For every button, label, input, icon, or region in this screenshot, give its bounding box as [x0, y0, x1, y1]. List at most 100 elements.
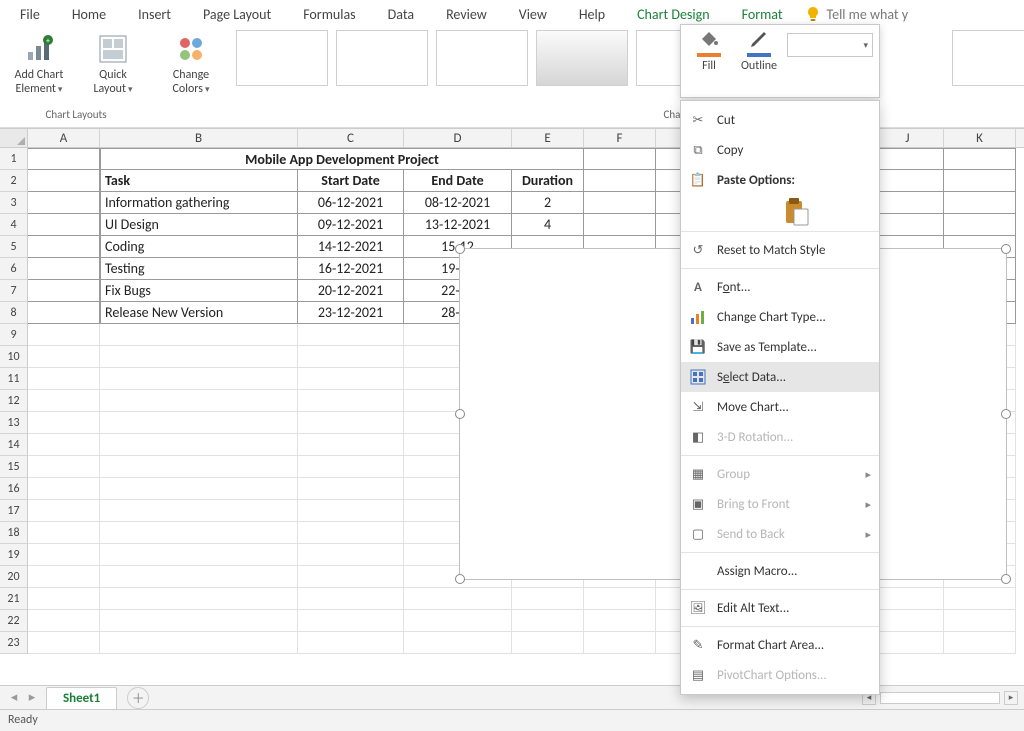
row-17[interactable]: 17 — [0, 500, 28, 522]
menu-data[interactable]: Data — [372, 2, 430, 27]
lightbulb-icon — [805, 6, 821, 22]
row-22[interactable]: 22 — [0, 610, 28, 632]
chart-style-4[interactable] — [536, 30, 628, 86]
menu-format[interactable]: Format — [726, 2, 799, 27]
ctx-send-back: ▢Send to Back▸ — [681, 519, 879, 549]
sheet-tab-sheet1[interactable]: Sheet1 — [46, 687, 117, 709]
menu-page-layout[interactable]: Page Layout — [187, 2, 287, 27]
hscroll-track[interactable] — [880, 692, 1000, 704]
row-4[interactable]: 4 — [0, 214, 28, 236]
chevron-right-icon: ▸ — [865, 498, 871, 511]
quick-layout-button[interactable]: Quick Layout▾ — [80, 30, 146, 98]
hscroll-right[interactable]: ▸ — [1004, 691, 1018, 705]
row-16[interactable]: 16 — [0, 478, 28, 500]
col-F[interactable]: F — [584, 129, 656, 147]
select-all-corner[interactable] — [0, 129, 28, 147]
ctx-copy[interactable]: ⧉Copy — [681, 135, 879, 165]
chevron-right-icon: ▸ — [865, 468, 871, 481]
row-3[interactable]: 3 — [0, 192, 28, 214]
ribbon-group-label-chart-layouts: Chart Layouts — [45, 108, 106, 121]
ctx-select-data[interactable]: Select Data... — [681, 362, 879, 392]
ctx-format-chart-area[interactable]: ✎Format Chart Area... — [681, 630, 879, 660]
col-C[interactable]: C — [298, 129, 404, 147]
hdr-start[interactable]: Start Date — [298, 170, 404, 192]
ctx-edit-alt-text[interactable]: 🖼Edit Alt Text... — [681, 593, 879, 623]
ctx-change-chart-type[interactable]: Change Chart Type... — [681, 302, 879, 332]
hdr-end[interactable]: End Date — [404, 170, 512, 192]
row-11[interactable]: 11 — [0, 368, 28, 390]
shape-style-dropdown[interactable]: ▾ — [787, 33, 873, 57]
menu-file[interactable]: File — [4, 2, 56, 27]
change-colors-button[interactable]: Change Colors▾ — [158, 30, 224, 98]
ctx-paste-option-item[interactable] — [681, 197, 879, 227]
col-A[interactable]: A — [28, 129, 100, 147]
add-sheet-button[interactable]: ＋ — [127, 687, 149, 709]
tell-me-search[interactable]: Tell me what y — [805, 6, 909, 23]
chart-style-6[interactable] — [952, 30, 1024, 86]
col-B[interactable]: B — [100, 129, 298, 147]
menu-help[interactable]: Help — [563, 2, 621, 27]
menu-home[interactable]: Home — [56, 2, 122, 27]
menu-insert[interactable]: Insert — [122, 2, 187, 27]
row-13[interactable]: 13 — [0, 412, 28, 434]
alt-text-icon: 🖼 — [689, 599, 707, 617]
col-K[interactable]: K — [944, 129, 1016, 147]
ctx-reset-style[interactable]: ↺Reset to Match Style — [681, 235, 879, 265]
row-20[interactable]: 20 — [0, 566, 28, 588]
cell[interactable] — [28, 148, 100, 170]
add-chart-element-label: Add Chart Element▾ — [8, 68, 70, 96]
resize-handle[interactable] — [455, 574, 465, 584]
resize-handle[interactable] — [455, 409, 465, 419]
menu-view[interactable]: View — [503, 2, 563, 27]
sheet-nav-first[interactable]: ◂ — [6, 690, 22, 705]
chart-style-3[interactable] — [436, 30, 528, 86]
change-colors-icon — [174, 32, 208, 66]
sheet-nav-prev[interactable]: ▸ — [24, 690, 40, 705]
ctx-move-chart[interactable]: ⇲Move Chart... — [681, 392, 879, 422]
menu-chart-design[interactable]: Chart Design — [621, 2, 725, 27]
col-J[interactable]: J — [872, 129, 944, 147]
ctx-font[interactable]: AFont... — [681, 272, 879, 302]
scissors-icon: ✂ — [689, 111, 707, 129]
hdr-dur[interactable]: Duration — [512, 170, 584, 192]
row-6[interactable]: 6 — [0, 258, 28, 280]
status-bar: Ready — [0, 709, 1024, 731]
col-D[interactable]: D — [404, 129, 512, 147]
ctx-pivotchart-options: ▤PivotChart Options... — [681, 660, 879, 690]
ctx-cut[interactable]: ✂Cut — [681, 105, 879, 135]
shape-fill-button[interactable]: Fill — [687, 29, 731, 93]
row-15[interactable]: 15 — [0, 456, 28, 478]
row-18[interactable]: 18 — [0, 522, 28, 544]
resize-handle[interactable] — [455, 244, 465, 254]
row-9[interactable]: 9 — [0, 324, 28, 346]
col-E[interactable]: E — [512, 129, 584, 147]
clipboard-icon: 📋 — [689, 171, 707, 189]
shape-outline-button[interactable]: Outline — [737, 29, 781, 93]
row-10[interactable]: 10 — [0, 346, 28, 368]
resize-handle[interactable] — [1001, 574, 1011, 584]
row-12[interactable]: 12 — [0, 390, 28, 412]
row-1[interactable]: 1 — [0, 148, 28, 170]
quick-layout-label: Quick Layout▾ — [82, 68, 144, 96]
chart-style-2[interactable] — [336, 30, 428, 86]
chart-style-1[interactable] — [236, 30, 328, 86]
menu-review[interactable]: Review — [430, 2, 503, 27]
row-19[interactable]: 19 — [0, 544, 28, 566]
resize-handle[interactable] — [1001, 244, 1011, 254]
row-2[interactable]: 2 — [0, 170, 28, 192]
cell-title[interactable]: Mobile App Development Project — [100, 148, 584, 170]
cell[interactable]: Information gathering — [100, 192, 298, 214]
hdr-task[interactable]: Task — [100, 170, 298, 192]
row-23[interactable]: 23 — [0, 632, 28, 654]
row-21[interactable]: 21 — [0, 588, 28, 610]
ctx-save-template[interactable]: 💾Save as Template... — [681, 332, 879, 362]
chart-context-menu: ✂Cut ⧉Copy 📋Paste Options: ↺Reset to Mat… — [680, 100, 880, 695]
row-14[interactable]: 14 — [0, 434, 28, 456]
resize-handle[interactable] — [1001, 409, 1011, 419]
menu-formulas[interactable]: Formulas — [287, 2, 371, 27]
add-chart-element-button[interactable]: + Add Chart Element▾ — [6, 30, 72, 98]
ctx-assign-macro[interactable]: Assign Macro... — [681, 556, 879, 586]
row-8[interactable]: 8 — [0, 302, 28, 324]
row-5[interactable]: 5 — [0, 236, 28, 258]
row-7[interactable]: 7 — [0, 280, 28, 302]
